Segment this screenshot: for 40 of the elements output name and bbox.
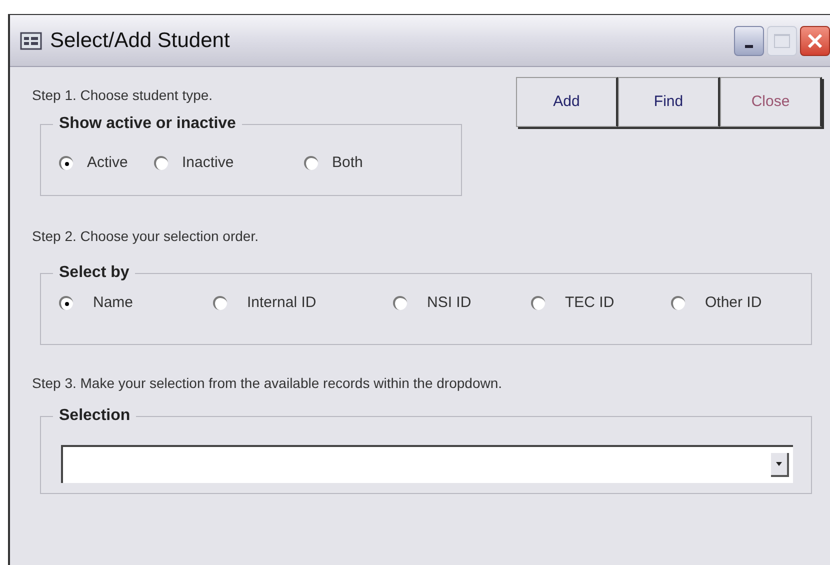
radio-label: Internal ID bbox=[247, 293, 316, 313]
radio-option[interactable]: Internal ID bbox=[213, 292, 393, 314]
radio-option[interactable]: Both bbox=[304, 152, 404, 174]
action-button[interactable]: Find bbox=[618, 77, 720, 127]
radio-button[interactable] bbox=[59, 156, 73, 170]
radio-option[interactable]: Inactive bbox=[154, 152, 304, 174]
radio-option[interactable]: Name bbox=[59, 292, 213, 314]
radio-label: Active bbox=[87, 152, 128, 173]
step-instruction: Step 2. Choose your selection order. bbox=[32, 227, 260, 246]
radio-label: Other ID bbox=[705, 293, 762, 313]
radio-button[interactable] bbox=[393, 296, 407, 310]
radio-label: TEC ID bbox=[565, 293, 614, 313]
radio-button[interactable] bbox=[304, 156, 318, 170]
close-button[interactable] bbox=[800, 26, 830, 56]
step-instruction: Step 1. Choose student type. bbox=[32, 86, 214, 105]
action-button[interactable]: Close bbox=[720, 77, 822, 127]
radio-option[interactable]: NSI ID bbox=[393, 292, 531, 314]
radio-option[interactable]: Active bbox=[59, 152, 154, 174]
form-icon bbox=[20, 32, 42, 50]
radio-button[interactable] bbox=[59, 296, 73, 310]
radio-button[interactable] bbox=[213, 296, 227, 310]
close-icon bbox=[807, 32, 823, 48]
radio-button[interactable] bbox=[154, 156, 168, 170]
radio-option[interactable]: TEC ID bbox=[531, 292, 671, 314]
radio-label: Both bbox=[332, 152, 363, 173]
maximize-icon bbox=[774, 34, 790, 48]
radio-label: NSI ID bbox=[427, 293, 472, 313]
minimize-button[interactable] bbox=[734, 26, 764, 56]
minimize-icon bbox=[745, 44, 753, 48]
selection-dropdown[interactable] bbox=[61, 445, 793, 483]
step-instruction: Step 3. Make your selection from the available records within the dropdown. bbox=[32, 374, 504, 393]
radio-label: Inactive bbox=[182, 152, 234, 173]
dropdown-arrow-button[interactable] bbox=[771, 453, 789, 477]
radio-button[interactable] bbox=[671, 296, 685, 310]
action-button[interactable]: Add bbox=[516, 77, 618, 127]
caret-icon bbox=[776, 462, 782, 466]
radio-label: Name bbox=[93, 293, 134, 313]
window-title: Select/Add Student bbox=[50, 28, 231, 54]
radio-button[interactable] bbox=[531, 296, 545, 310]
radio-option[interactable]: Other ID bbox=[671, 292, 791, 314]
